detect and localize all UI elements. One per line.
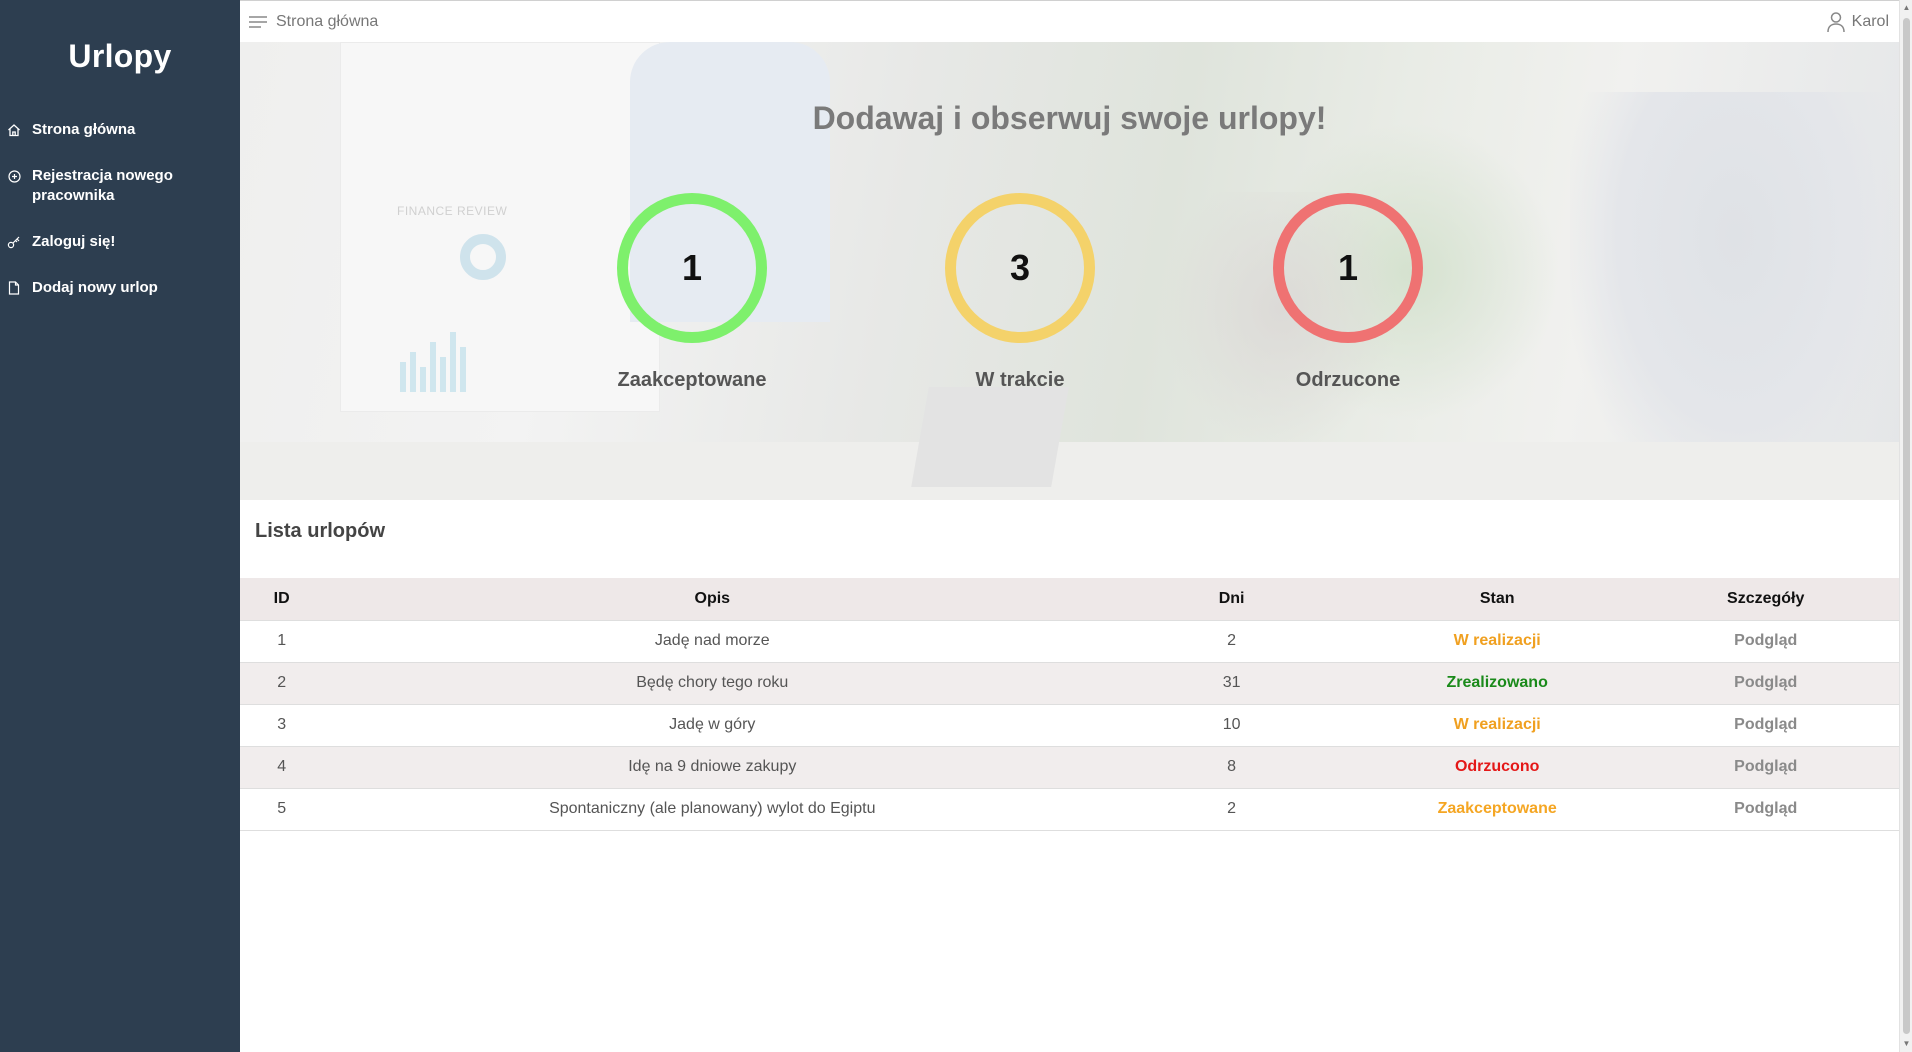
stat-label: Zaakceptowane [617,369,767,391]
cell-opis: Będę chory tego roku [323,662,1102,705]
hero-background-donut [460,234,506,280]
table-row: 4 Idę na 9 dniowe zakupy 8 Odrzucono Pod… [240,746,1899,789]
user-icon [1826,11,1846,33]
hero-background-caption: FINANCE REVIEW [397,204,508,218]
plus-circle-icon [6,166,22,186]
user-menu[interactable]: Karol [1826,11,1889,33]
cell-dni: 2 [1101,788,1362,831]
leave-table: ID Opis Dni Stan Szczegóły 1 Jadę nad mo… [240,578,1899,831]
cell-opis: Idę na 9 dniowe zakupy [323,746,1102,789]
cell-stan: W realizacji [1361,620,1633,663]
menu-icon[interactable] [248,14,268,30]
leave-list-section: Lista urlopów ID Opis Dni Stan Szczegóły… [240,500,1899,1052]
table-row: 1 Jadę nad morze 2 W realizacji Podgląd [240,620,1899,663]
cell-dni: 8 [1101,746,1362,789]
preview-link[interactable]: Podgląd [1632,620,1899,663]
cell-id: 4 [240,746,324,789]
stat-in-progress: 3 W trakcie [920,193,1120,392]
sidebar-item-label: Strona główna [32,121,136,138]
column-header-dni: Dni [1101,578,1362,621]
stat-ring: 1 [1273,193,1423,343]
hero-background-desk [240,442,1899,500]
sidebar-item-register[interactable]: Rejestracja nowego pracownika [0,156,240,216]
sidebar-nav: Strona główna Rejestracja nowego pracown… [0,110,240,308]
hero-background-chart [400,332,466,392]
column-header-opis: Opis [323,578,1102,621]
cell-id: 5 [240,788,324,831]
cell-dni: 31 [1101,662,1362,705]
table-row: 2 Będę chory tego roku 31 Zrealizowano P… [240,662,1899,705]
cell-id: 2 [240,662,324,705]
user-name: Karol [1851,12,1889,30]
hero-banner: FINANCE REVIEW Dodawaj i obserwuj swoje … [240,42,1899,500]
stat-label: Odrzucone [1295,369,1401,391]
table-row: 5 Spontaniczny (ale planowany) wylot do … [240,788,1899,831]
cell-dni: 2 [1101,620,1362,663]
cell-dni: 10 [1101,704,1362,747]
hero-title: Dodawaj i obserwuj swoje urlopy! [812,100,1327,136]
preview-link[interactable]: Podgląd [1632,746,1899,789]
scroll-down-arrow-icon[interactable]: ▼ [1902,1040,1911,1048]
preview-link[interactable]: Podgląd [1632,704,1899,747]
cell-stan: Zaakceptowane [1361,788,1633,831]
cell-opis: Spontaniczny (ale planowany) wylot do Eg… [323,788,1102,831]
sidebar-item-add-leave[interactable]: Dodaj nowy urlop [0,268,240,308]
cell-stan: Zrealizowano [1361,662,1633,705]
cell-opis: Jadę nad morze [323,620,1102,663]
stat-ring: 3 [945,193,1095,343]
topbar: Strona główna Karol [240,0,1899,42]
stat-label: W trakcie [975,369,1065,391]
document-icon [6,278,22,298]
scroll-up-arrow-icon[interactable]: ▲ [1902,4,1911,12]
stat-accepted: 1 Zaakceptowane [592,193,792,392]
cell-stan: W realizacji [1361,704,1633,747]
sidebar: Urlopy Strona główna Rejestracja nowego … [0,0,240,1052]
table-header-row: ID Opis Dni Stan Szczegóły [240,578,1899,621]
sidebar-item-label: Zaloguj się! [32,233,116,250]
stat-ring: 1 [617,193,767,343]
vertical-scrollbar[interactable]: ▲ ▼ [1899,0,1912,1052]
sidebar-item-label: Rejestracja nowego pracownika [32,167,173,204]
sidebar-item-login[interactable]: Zaloguj się! [0,222,240,262]
column-header-szczegoly: Szczegóły [1632,578,1899,621]
table-row: 3 Jadę w góry 10 W realizacji Podgląd [240,704,1899,747]
hero-background-laptop [911,387,1069,487]
cell-opis: Jadę w góry [323,704,1102,747]
breadcrumb[interactable]: Strona główna [276,13,1826,31]
preview-link[interactable]: Podgląd [1632,788,1899,831]
hero-background-person [1570,92,1899,500]
preview-link[interactable]: Podgląd [1632,662,1899,705]
cell-id: 1 [240,620,324,663]
sidebar-item-home[interactable]: Strona główna [0,110,240,150]
home-icon [6,120,22,140]
column-header-id: ID [240,578,324,621]
stat-rejected: 1 Odrzucone [1248,193,1448,392]
column-header-stan: Stan [1361,578,1633,621]
app-brand[interactable]: Urlopy [0,0,240,110]
cell-stan: Odrzucono [1361,746,1633,789]
sidebar-item-label: Dodaj nowy urlop [32,279,158,296]
section-title: Lista urlopów [255,520,385,542]
scrollbar-thumb[interactable] [1903,18,1910,1034]
key-icon [6,232,22,252]
cell-id: 3 [240,704,324,747]
